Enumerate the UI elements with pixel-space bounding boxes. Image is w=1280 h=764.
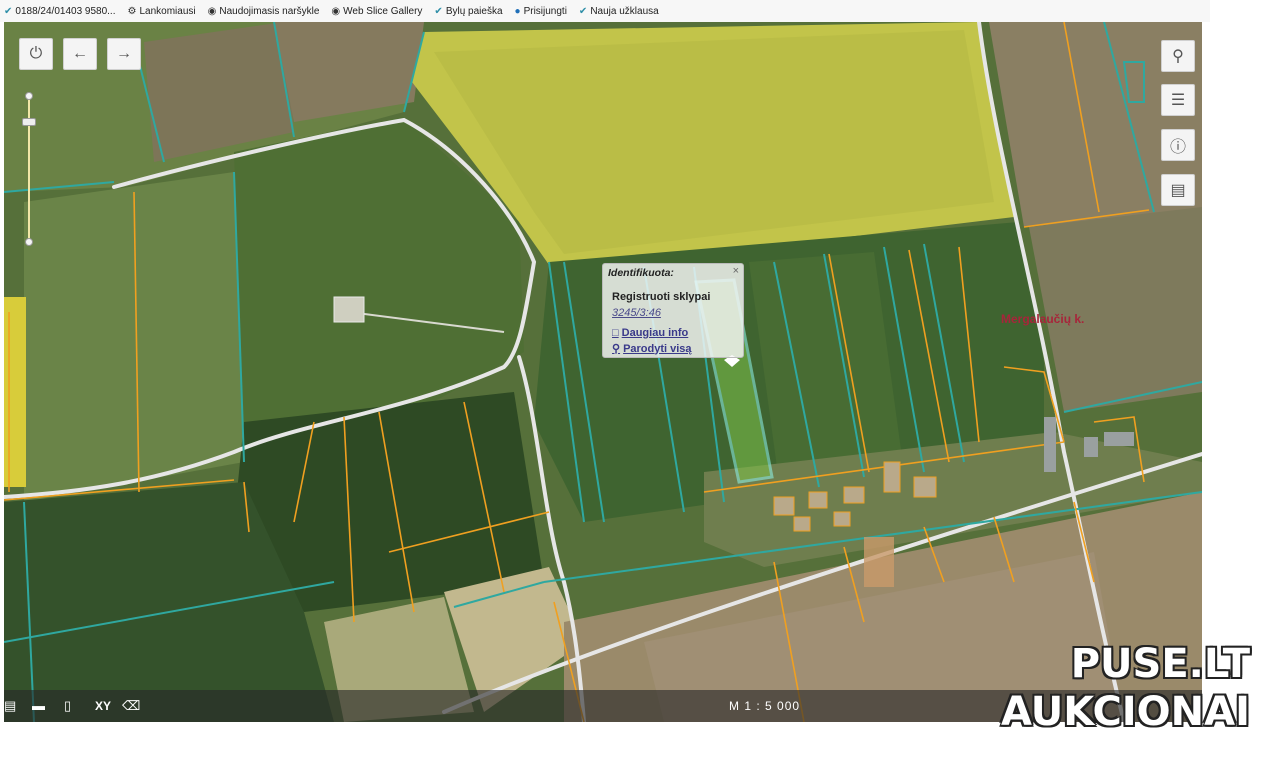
c-logo-icon: ● bbox=[514, 5, 521, 17]
xy-coordinates-button[interactable]: XY bbox=[95, 699, 111, 713]
watermark-line1: PUSE.LT bbox=[1070, 641, 1250, 687]
favorite-link[interactable]: ✔ Bylų paieška bbox=[434, 6, 502, 17]
favorite-label: Web Slice Gallery bbox=[343, 5, 423, 17]
map-scale: M 1 : 5 000 bbox=[729, 699, 801, 713]
show-all-label: Parodyti visą bbox=[623, 342, 692, 355]
search-button[interactable]: ⚲ bbox=[1161, 40, 1195, 72]
favorite-label: 0188/24/01403 9580... bbox=[15, 5, 116, 17]
favorite-label: Prisijungti bbox=[523, 5, 567, 17]
layers-button[interactable]: ☰ bbox=[1161, 84, 1195, 116]
forward-button[interactable]: → bbox=[107, 38, 141, 70]
identify-popup: Identifikuota: × Registruoti sklypai 324… bbox=[602, 263, 744, 358]
document-icon: ▤ bbox=[1170, 182, 1186, 199]
more-info-label: Daugiau info bbox=[621, 327, 689, 339]
parcel-id-link[interactable]: 3245/3:46 bbox=[612, 307, 661, 319]
power-button[interactable]: ⏻ bbox=[19, 38, 53, 70]
favorite-link[interactable]: ● Prisijungti bbox=[515, 6, 567, 17]
favorite-label: Lankomiausi bbox=[139, 5, 196, 17]
power-icon: ⏻ bbox=[29, 45, 43, 62]
favorite-label: Naudojimasis naršykle bbox=[219, 5, 320, 17]
favorite-label: Nauja užklausa bbox=[590, 5, 659, 17]
search-icon: ⚲ bbox=[1172, 48, 1184, 65]
info-icon: ⓘ bbox=[1169, 139, 1186, 156]
print-icon[interactable]: ▤ bbox=[4, 698, 16, 714]
back-button[interactable]: ← bbox=[63, 38, 97, 70]
more-info-link[interactable]: □ Daugiau info bbox=[612, 327, 688, 339]
arrow-right-icon: → bbox=[116, 45, 132, 62]
close-icon[interactable]: × bbox=[733, 265, 739, 277]
leaf-icon: ✔ bbox=[434, 5, 443, 17]
map-viewport[interactable]: ⏻ ← → ⚲ ☰ ⓘ ▤ Identifikuota: × Registruo… bbox=[4, 22, 1202, 722]
add-page-icon[interactable]: ▯ bbox=[64, 698, 71, 714]
magnifier-icon: ⚲ bbox=[612, 343, 621, 355]
favorites-bar: ✔ 0188/24/01403 9580... ⚙ Lankomiausi ◉ Nau… bbox=[0, 0, 1210, 22]
favorite-label: Bylų paieška bbox=[445, 5, 503, 17]
zoom-in-cap[interactable] bbox=[25, 92, 33, 100]
legend-button[interactable]: ▤ bbox=[1161, 174, 1195, 206]
show-all-link[interactable]: ⚲ Parodyti visą bbox=[612, 342, 692, 356]
zoom-handle[interactable] bbox=[22, 118, 36, 126]
gear-icon: ⚙ bbox=[127, 5, 137, 17]
favorite-link[interactable]: ◉ Naudojimasis naršykle bbox=[208, 6, 320, 17]
info-button[interactable]: ⓘ bbox=[1161, 129, 1195, 161]
zoom-out-cap[interactable] bbox=[25, 238, 33, 246]
page-icon: □ bbox=[612, 327, 619, 339]
watermark: PUSE.LT AUKCIONAI bbox=[1001, 640, 1250, 736]
leaf-icon: ✔ bbox=[4, 5, 13, 17]
favorite-link[interactable]: ◉ Web Slice Gallery bbox=[331, 6, 422, 17]
favorite-link[interactable]: ✔ Nauja užklausa bbox=[579, 6, 659, 17]
favorite-link[interactable]: ⚙ Lankomiausi bbox=[127, 6, 195, 17]
globe-icon: ◉ bbox=[331, 5, 341, 17]
zoom-slider[interactable] bbox=[21, 92, 37, 247]
globe-icon: ◉ bbox=[207, 5, 217, 17]
leaf-icon: ✔ bbox=[578, 5, 588, 17]
ruler-icon[interactable]: ▬ bbox=[32, 698, 45, 713]
aerial-imagery bbox=[4, 22, 1202, 722]
layers-icon: ☰ bbox=[1170, 92, 1186, 109]
watermark-line2: AUKCIONAI bbox=[1001, 689, 1250, 735]
arrow-left-icon: ← bbox=[72, 45, 88, 62]
eraser-icon[interactable]: ⌫ bbox=[122, 698, 140, 714]
popup-title: Identifikuota: bbox=[608, 267, 674, 279]
layer-name: Registruoti sklypai bbox=[612, 291, 711, 303]
favorite-link[interactable]: ✔ 0188/24/01403 9580... bbox=[4, 6, 115, 17]
village-label: Mergalaučių k. bbox=[1001, 312, 1085, 326]
